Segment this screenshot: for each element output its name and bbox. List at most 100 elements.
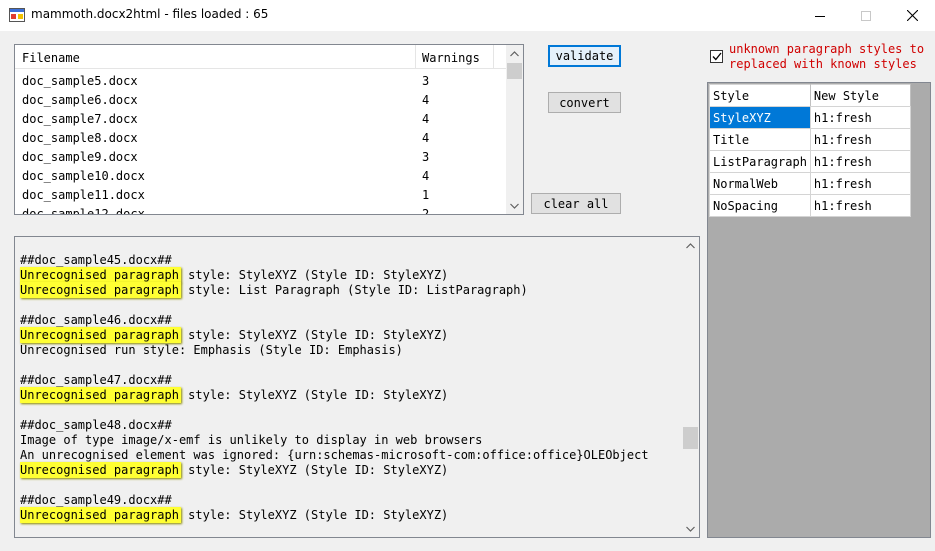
log-line: An unrecognised element was ignored: {ur… [20, 448, 649, 463]
warning-count: 4 [422, 169, 430, 183]
log-line: Unrecognised paragraph style: StyleXYZ (… [20, 507, 449, 523]
grid-header-row: Style New Style [709, 84, 911, 107]
new-style-cell[interactable]: h1:fresh [809, 106, 911, 129]
title-bar[interactable]: mammoth.docx2html - files loaded : 65 [0, 0, 935, 31]
maximize-button[interactable] [843, 0, 889, 31]
scroll-up-button[interactable] [506, 45, 523, 62]
table-row[interactable]: NormalWeb h1:fresh [709, 172, 911, 195]
table-row[interactable]: Title h1:fresh [709, 128, 911, 151]
validate-button[interactable]: validate [548, 45, 621, 67]
log-text: Unrecognised run style: Emphasis (Style … [20, 343, 403, 357]
file-name: doc_sample7.docx [22, 112, 138, 126]
maximize-icon [861, 10, 871, 21]
log-line: Unrecognised paragraph style: StyleXYZ (… [20, 387, 449, 403]
style-cell[interactable]: StyleXYZ [709, 106, 811, 129]
log-text: ##doc_sample45.docx## [20, 253, 172, 267]
log-text: ##doc_sample49.docx## [20, 493, 172, 507]
list-item[interactable]: doc_sample6.docx 4 [15, 91, 506, 110]
log-text: style: StyleXYZ (Style ID: StyleXYZ) [180, 508, 449, 522]
scroll-down-button[interactable] [682, 520, 699, 537]
log-line: ##doc_sample45.docx## [20, 253, 172, 268]
list-item[interactable]: doc_sample10.docx 4 [15, 167, 506, 186]
log-output[interactable]: ##doc_sample45.docx## Unrecognised paragr… [14, 236, 700, 538]
log-line: ##doc_sample47.docx## [20, 373, 172, 388]
log-line: ##doc_sample49.docx## [20, 493, 172, 508]
log-line: Unrecognised paragraph style: StyleXYZ (… [20, 267, 448, 283]
log-text: An unrecognised element was ignored: {ur… [20, 448, 649, 462]
log-text: style: StyleXYZ (Style ID: StyleXYZ) [180, 388, 449, 402]
log-text: ##doc_sample46.docx## [20, 313, 172, 327]
style-cell[interactable]: NormalWeb [709, 172, 811, 195]
style-cell[interactable]: ListParagraph [709, 150, 811, 173]
window-title: mammoth.docx2html - files loaded : 65 [31, 7, 269, 21]
list-item[interactable]: doc_sample5.docx 3 [15, 72, 506, 91]
log-line: Unrecognised paragraph style: StyleXYZ (… [20, 462, 449, 478]
warning-count: 2 [422, 207, 430, 215]
style-column-header[interactable]: Style [709, 84, 811, 107]
chevron-down-icon [510, 203, 519, 209]
minimize-icon [815, 15, 825, 17]
list-item[interactable]: doc_sample9.docx 3 [15, 148, 506, 167]
file-name: doc_sample5.docx [22, 74, 138, 88]
log-text: ##doc_sample47.docx## [20, 373, 172, 387]
list-item[interactable]: doc_sample11.docx 1 [15, 186, 506, 205]
file-name: doc_sample12.docx [22, 207, 145, 215]
log-line: Unrecognised run style: Emphasis (Style … [20, 343, 403, 358]
style-cell[interactable]: NoSpacing [709, 194, 811, 217]
highlighted-term: Unrecognised paragraph [20, 507, 181, 523]
file-list[interactable]: Filename Warnings doc_sample5.docx 3 doc_… [14, 44, 524, 215]
log-text: style: StyleXYZ (Style ID: StyleXYZ) [180, 463, 449, 477]
log-scrollbar[interactable] [682, 237, 699, 537]
chevron-up-icon [510, 50, 519, 56]
file-list-header: Filename Warnings [15, 45, 506, 69]
new-style-cell[interactable]: h1:fresh [809, 150, 911, 173]
log-line: Image of type image/x-emf is unlikely to… [20, 433, 482, 448]
scroll-down-button[interactable] [506, 197, 523, 214]
file-name: doc_sample10.docx [22, 169, 145, 183]
minimize-button[interactable] [797, 0, 843, 31]
clear-all-button[interactable]: clear all [531, 193, 621, 214]
file-name: doc_sample6.docx [22, 93, 138, 107]
filename-column-header[interactable]: Filename [22, 51, 80, 65]
replace-unknown-checkbox[interactable] [710, 50, 723, 63]
replace-unknown-label[interactable]: unknown paragraph styles to replaced wit… [729, 42, 924, 72]
log-text: ##doc_sample48.docx## [20, 418, 172, 432]
log-text: style: StyleXYZ (Style ID: StyleXYZ) [180, 328, 449, 342]
log-text: style: List Paragraph (Style ID: ListPar… [180, 283, 528, 297]
highlighted-term: Unrecognised paragraph [20, 327, 181, 343]
new-style-cell[interactable]: h1:fresh [809, 172, 911, 195]
log-line: Unrecognised paragraph style: StyleXYZ (… [20, 327, 449, 343]
list-item[interactable]: doc_sample8.docx 4 [15, 129, 506, 148]
scroll-thumb[interactable] [507, 63, 522, 79]
new-style-column-header[interactable]: New Style [809, 84, 911, 107]
table-row[interactable]: StyleXYZ h1:fresh [709, 106, 911, 129]
warning-count: 4 [422, 112, 430, 126]
highlighted-term: Unrecognised paragraph [20, 462, 181, 478]
log-line: ##doc_sample46.docx## [20, 313, 172, 328]
new-style-cell[interactable]: h1:fresh [809, 194, 911, 217]
style-mapping-grid[interactable]: Style New Style StyleXYZ h1:fresh Title … [707, 82, 931, 538]
style-cell[interactable]: Title [709, 128, 811, 151]
highlighted-term: Unrecognised paragraph [20, 282, 181, 298]
table-row[interactable]: NoSpacing h1:fresh [709, 194, 911, 217]
convert-button[interactable]: convert [548, 92, 621, 113]
file-name: doc_sample8.docx [22, 131, 138, 145]
list-item[interactable]: doc_sample12.docx 2 [15, 205, 506, 215]
table-row[interactable]: ListParagraph h1:fresh [709, 150, 911, 173]
file-list-rows: doc_sample5.docx 3 doc_sample6.docx 4 doc_… [15, 72, 506, 215]
warnings-column-header[interactable]: Warnings [422, 51, 480, 65]
scroll-up-button[interactable] [682, 237, 699, 254]
close-button[interactable] [889, 0, 935, 31]
close-icon [906, 10, 918, 21]
file-list-scrollbar[interactable] [506, 45, 523, 214]
warning-count: 1 [422, 188, 430, 202]
scroll-thumb[interactable] [683, 427, 698, 449]
app-icon [9, 8, 25, 22]
file-name: doc_sample9.docx [22, 150, 138, 164]
highlighted-term: Unrecognised paragraph [20, 267, 181, 283]
new-style-cell[interactable]: h1:fresh [809, 128, 911, 151]
warning-count: 3 [422, 150, 430, 164]
list-item[interactable]: doc_sample7.docx 4 [15, 110, 506, 129]
file-name: doc_sample11.docx [22, 188, 145, 202]
highlighted-term: Unrecognised paragraph [20, 387, 181, 403]
